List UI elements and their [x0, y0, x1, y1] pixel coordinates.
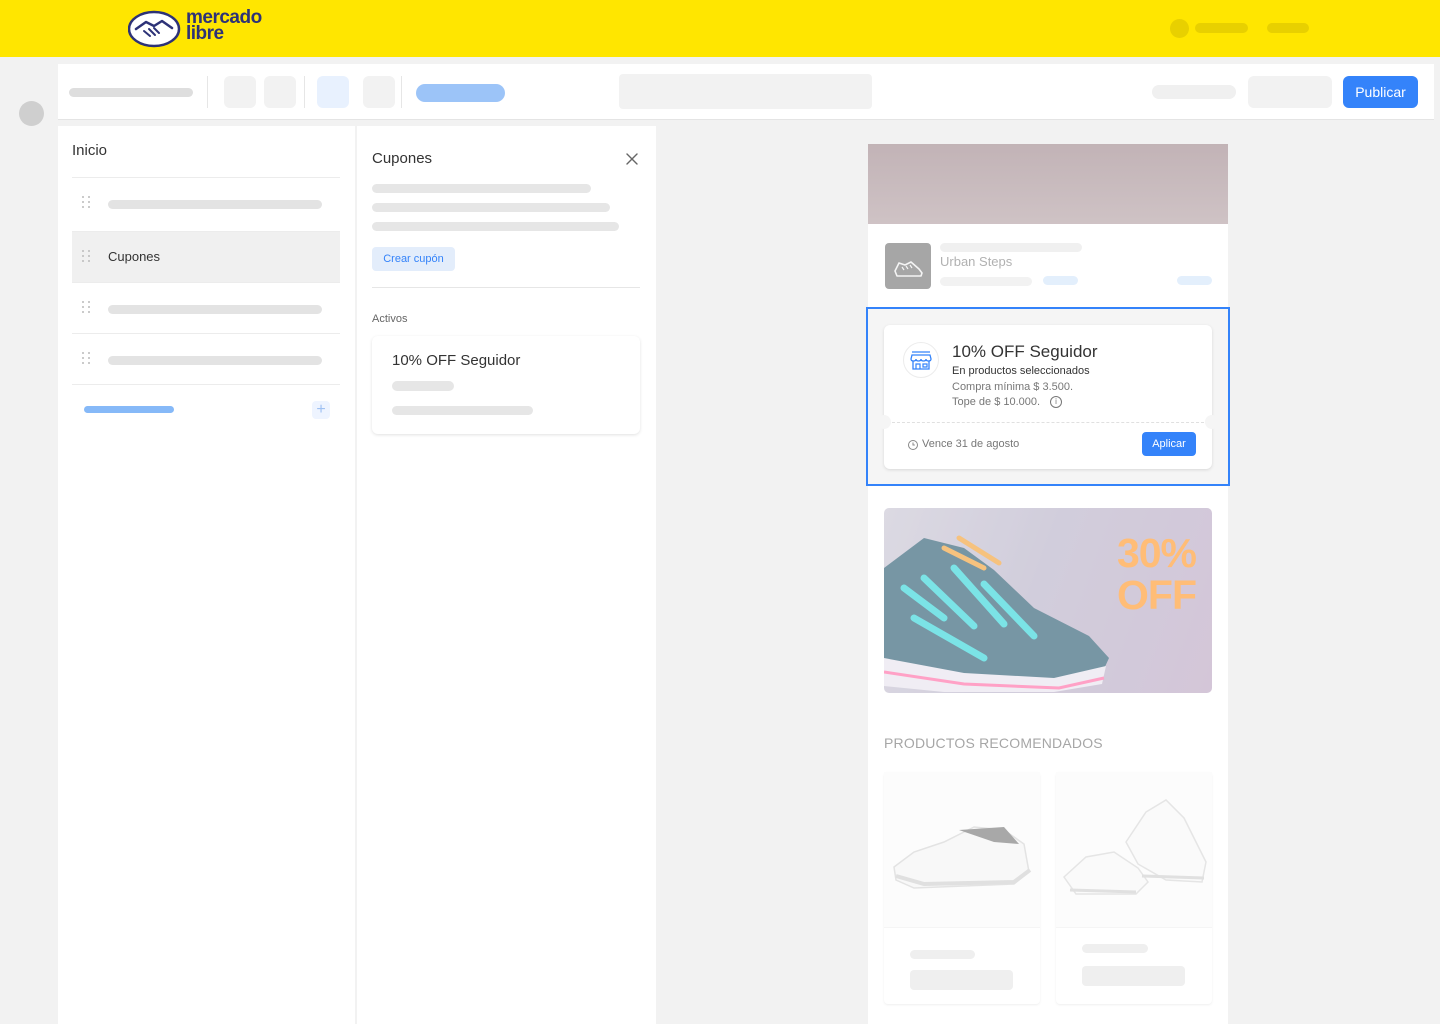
coupon-divider: [892, 422, 1204, 423]
follow-link-placeholder[interactable]: [1177, 276, 1212, 285]
drag-handle-icon[interactable]: [82, 301, 92, 315]
coupon-list-item-title: 10% OFF Seguidor: [392, 352, 521, 369]
preview-button[interactable]: [1248, 76, 1332, 108]
coupon-min-purchase: Compra mínima $ 3.500.: [952, 381, 1074, 393]
recommended-products-title: PRODUCTOS RECOMENDADOS: [884, 735, 1103, 751]
store-banner: [868, 144, 1228, 224]
product-name-placeholder: [1082, 944, 1148, 953]
coupon-list-item-placeholder: [392, 381, 454, 391]
coupon-expiry: Vence 31 de agosto: [922, 438, 1020, 450]
user-avatar[interactable]: [1170, 19, 1189, 38]
description-placeholder: [372, 203, 610, 212]
create-coupon-button[interactable]: Crear cupón: [372, 247, 455, 271]
active-section-label: Activos: [372, 313, 408, 325]
product-name-placeholder: [910, 950, 975, 959]
coupon-preview-selection[interactable]: 10% OFF Seguidor En productos selecciona…: [866, 307, 1230, 486]
promo-discount-text: 30% OFF: [1116, 530, 1197, 618]
coupons-panel-title: Cupones: [372, 150, 433, 167]
drag-handle-icon[interactable]: [82, 352, 92, 366]
store-icon: [903, 342, 939, 378]
product-image: [1056, 772, 1212, 928]
section-item[interactable]: [72, 177, 340, 228]
handshake-logo-icon: [127, 10, 181, 48]
store-title-placeholder: [940, 243, 1082, 252]
rail-avatar[interactable]: [19, 101, 44, 126]
coupons-panel: Cupones Crear cupón Activos 10% OFF Segu…: [357, 126, 656, 1024]
section-item-label-placeholder: [108, 200, 322, 209]
toolbar-link-placeholder[interactable]: [1152, 85, 1236, 99]
coupon-notch: [877, 415, 891, 429]
toolbar-divider: [207, 76, 208, 108]
user-name-placeholder[interactable]: [1195, 23, 1248, 33]
drag-handle-icon[interactable]: [82, 250, 92, 264]
product-card[interactable]: [1056, 772, 1212, 1004]
white-sneaker-image: [893, 826, 1032, 889]
product-card[interactable]: [884, 772, 1040, 1004]
section-item-label-placeholder: [108, 356, 322, 365]
toolbar-tool-button[interactable]: [363, 76, 395, 108]
apply-coupon-button[interactable]: Aplicar: [1142, 432, 1196, 456]
product-price-placeholder: [910, 970, 1013, 990]
coupon-list-item[interactable]: 10% OFF Seguidor: [372, 336, 640, 434]
toolbar-divider: [401, 76, 402, 108]
publish-button[interactable]: Publicar: [1343, 76, 1418, 108]
editor-toolbar: [58, 64, 1434, 120]
close-icon[interactable]: [624, 151, 640, 167]
product-price-placeholder: [1082, 966, 1185, 986]
sneaker-icon: [894, 261, 923, 277]
description-placeholder: [372, 184, 591, 193]
coupon-cap: Tope de $ 10.000.: [952, 396, 1041, 408]
store-logo: [885, 243, 931, 289]
coupons-divider: [372, 287, 640, 288]
logo-word-2: libre: [186, 23, 224, 44]
white-sneaker-pair-image: [1063, 799, 1207, 895]
sections-divider: [72, 384, 340, 385]
coupon-card[interactable]: 10% OFF Seguidor En productos selecciona…: [877, 325, 1219, 469]
toolbar-divider: [304, 76, 305, 108]
section-item-label-placeholder: [108, 305, 322, 314]
section-item-label: Cupones: [108, 249, 161, 264]
info-icon[interactable]: i: [1050, 396, 1062, 408]
store-name: Urban Steps: [940, 254, 1013, 269]
promo-banner[interactable]: 30% OFF: [884, 508, 1212, 693]
toolbar-url-field[interactable]: [619, 74, 872, 109]
description-placeholder: [372, 222, 619, 231]
toolbar-tool-button[interactable]: [264, 76, 296, 108]
coupon-title: 10% OFF Seguidor: [952, 342, 1098, 361]
section-item[interactable]: [72, 333, 340, 384]
coupon-subtitle: En productos seleccionados: [952, 365, 1090, 377]
header-link-placeholder[interactable]: [1267, 23, 1309, 33]
toolbar-status-pill[interactable]: [416, 84, 505, 102]
coupon-notch: [1205, 415, 1219, 429]
toolbar-title-placeholder: [69, 88, 193, 97]
store-link-placeholder[interactable]: [1043, 276, 1078, 285]
mercado-libre-logo[interactable]: mercado libre: [127, 8, 278, 49]
product-image: [884, 772, 1040, 928]
store-preview: Urban Steps 30% OFF PRODUCTOS RECOMENDAD…: [868, 144, 1228, 1024]
clock-icon: [908, 440, 918, 450]
running-shoe-image: [884, 535, 1109, 692]
logo-wordmark: mercado libre: [186, 8, 262, 44]
section-item-cupones[interactable]: Cupones: [72, 231, 340, 282]
toolbar-tool-button-active[interactable]: [317, 76, 349, 108]
sections-panel: Inicio Cupones: [58, 126, 355, 1024]
sections-panel-title: Inicio: [72, 142, 108, 159]
add-section-link[interactable]: [84, 406, 174, 413]
store-meta-placeholder: [940, 277, 1032, 286]
coupon-list-item-placeholder: [392, 406, 533, 415]
toolbar-tool-button[interactable]: [224, 76, 256, 108]
plus-icon[interactable]: +: [312, 401, 330, 419]
drag-handle-icon[interactable]: [82, 196, 92, 210]
section-item[interactable]: [72, 282, 340, 333]
